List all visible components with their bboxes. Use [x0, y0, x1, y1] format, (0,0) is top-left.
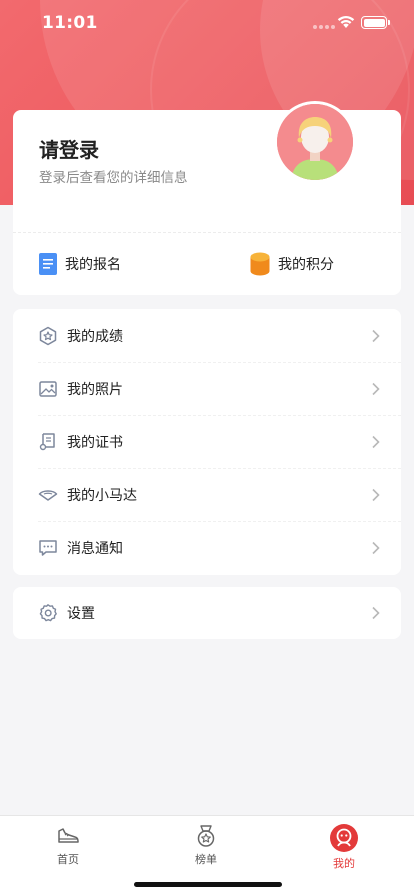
wifi-icon — [337, 15, 355, 28]
login-title[interactable]: 请登录 — [39, 134, 99, 163]
medal-star-icon — [39, 326, 57, 345]
avatar-icon — [277, 104, 353, 180]
chevron-right-icon — [372, 541, 380, 554]
my-points-button[interactable]: 我的积分 — [250, 250, 334, 278]
login-card[interactable]: 请登录 登录后查看您的详细信息 我的报名 我的积分 — [13, 101, 401, 295]
avatar[interactable] — [274, 101, 356, 183]
signal-icon — [313, 25, 335, 29]
card-divider — [13, 232, 401, 233]
menu-item-notifications[interactable]: 消息通知 — [13, 521, 401, 574]
tab-mine[interactable]: 我的 — [304, 824, 384, 871]
my-signup-button[interactable]: 我的报名 — [39, 250, 121, 278]
gear-icon — [39, 604, 57, 622]
status-bar: 11:01 — [0, 0, 414, 46]
certificate-icon — [39, 432, 55, 450]
home-indicator — [134, 882, 282, 887]
login-subtitle: 登录后查看您的详细信息 — [39, 170, 188, 186]
menu-item-label: 我的小马达 — [67, 487, 137, 504]
document-icon — [39, 253, 57, 275]
motor-icon — [38, 489, 58, 501]
chevron-right-icon — [372, 435, 380, 448]
menu-item-label: 消息通知 — [67, 540, 123, 557]
settings-label: 设置 — [67, 606, 95, 622]
tab-ranking-label: 榜单 — [195, 853, 217, 866]
menu-item-scores[interactable]: 我的成绩 — [13, 309, 401, 362]
status-time: 11:01 — [42, 13, 98, 33]
tab-home[interactable]: 首页 — [28, 824, 108, 867]
sneaker-icon — [58, 828, 79, 843]
chevron-right-icon — [372, 488, 380, 501]
battery-icon — [361, 16, 390, 29]
menu-item-settings[interactable]: 设置 — [13, 587, 401, 639]
menu-item-label: 我的成绩 — [67, 328, 123, 345]
chevron-right-icon — [372, 606, 380, 620]
chevron-right-icon — [372, 329, 380, 342]
menu-item-label: 我的照片 — [67, 381, 123, 398]
my-points-label: 我的积分 — [278, 257, 334, 273]
tab-ranking[interactable]: 榜单 — [166, 824, 246, 867]
profile-icon — [330, 824, 358, 852]
message-icon — [39, 539, 57, 556]
ranking-medal-icon — [197, 825, 215, 847]
menu-card: 我的成绩 我的照片 我的证书 我的小马达 消息通知 — [13, 309, 401, 575]
menu-item-label: 我的证书 — [67, 434, 123, 451]
my-signup-label: 我的报名 — [65, 257, 121, 273]
menu-item-motor[interactable]: 我的小马达 — [13, 468, 401, 521]
tab-home-label: 首页 — [57, 853, 79, 866]
tab-mine-label: 我的 — [333, 857, 355, 870]
photo-icon — [39, 380, 57, 397]
menu-item-photos[interactable]: 我的照片 — [13, 362, 401, 415]
chevron-right-icon — [372, 382, 380, 395]
coins-icon — [250, 252, 270, 276]
menu-item-certificates[interactable]: 我的证书 — [13, 415, 401, 468]
settings-card: 设置 — [13, 587, 401, 639]
profile-screen: 11:01 请登录 登录后查看您的详细信息 我的报名 我的积分 我的成绩 我的照… — [0, 0, 414, 896]
